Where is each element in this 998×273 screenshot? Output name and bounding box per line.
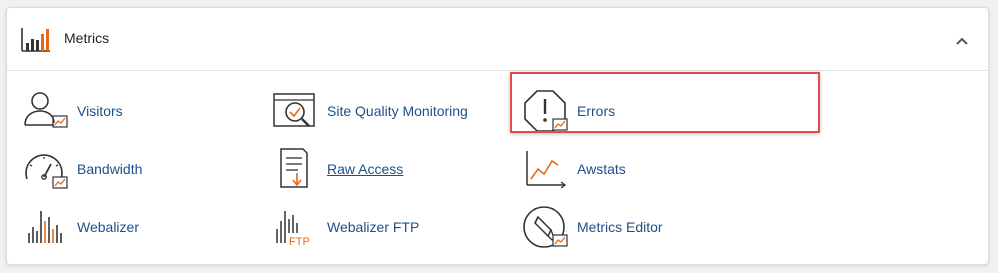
webalizer-ftp-label: Webalizer FTP [327,219,420,235]
webalizer-link[interactable]: Webalizer [21,203,181,253]
site-quality-monitoring-label: Site Quality Monitoring [327,103,468,119]
raw-access-icon [280,148,308,188]
awstats-icon [526,151,567,189]
webalizer-label: Webalizer [77,219,139,235]
site-quality-monitoring-link[interactable]: Site Quality Monitoring [271,87,491,137]
raw-access-link[interactable]: Raw Access [271,145,431,195]
metrics-editor-icon [523,206,568,248]
visitors-link[interactable]: Visitors [21,87,181,137]
site-quality-icon [273,93,315,127]
bandwidth-icon [25,154,68,189]
awstats-label: Awstats [577,161,626,177]
bandwidth-link[interactable]: Bandwidth [21,145,181,195]
raw-access-label: Raw Access [327,161,404,177]
metrics-editor-link[interactable]: Metrics Editor [521,203,701,253]
chevron-up-icon[interactable] [951,30,973,52]
awstats-link[interactable]: Awstats [521,145,681,195]
metrics-panel: Metrics Visitors Site Quality Monitoring [6,7,989,265]
bandwidth-label: Bandwidth [77,161,143,177]
visitors-icon [24,92,68,128]
webalizer-ftp-link[interactable]: FTP Webalizer FTP [271,203,451,253]
metrics-panel-header[interactable]: Metrics [7,8,988,71]
webalizer-icon [28,211,62,243]
errors-label: Errors [577,103,616,119]
webalizer-ftp-icon: FTP [276,211,310,248]
section-title: Metrics [64,30,110,46]
bar-chart-icon [21,28,50,52]
errors-icon [524,90,568,132]
ftp-icon-text: FTP [289,236,310,248]
metrics-editor-label: Metrics Editor [577,219,663,235]
errors-link[interactable]: Errors [521,87,681,137]
visitors-label: Visitors [77,103,123,119]
